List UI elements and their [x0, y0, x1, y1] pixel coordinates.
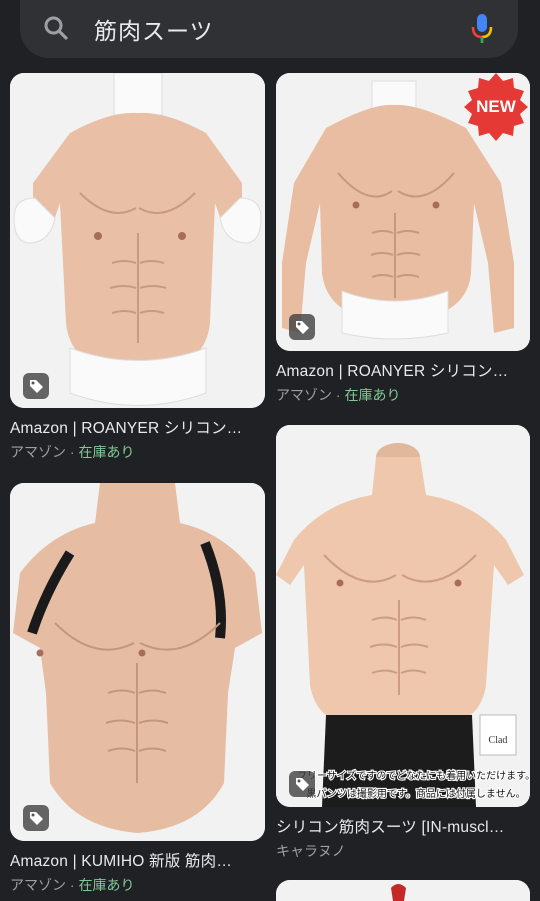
result-card[interactable]: Amazon | KUMIHO 新版 筋肉… アマゾン · 在庫あり [10, 483, 265, 895]
tag-icon[interactable] [23, 373, 49, 399]
availability-label: 在庫あり [344, 387, 401, 403]
result-title[interactable]: Amazon | ROANYER シリコン… [276, 359, 530, 381]
svg-text:NEW: NEW [476, 97, 517, 116]
result-source: アマゾン · 在庫あり [10, 875, 265, 895]
svg-text:黒パンツは撮影用です。商品には付属しません。: 黒パンツは撮影用です。商品には付属しません。 [306, 787, 525, 800]
result-title[interactable]: Amazon | ROANYER シリコン… [10, 416, 265, 438]
muscle-suit-image: Clad フリーサイズですのでどなたにも着用いただけます。 黒パンツは撮影用です… [276, 425, 530, 807]
tag-icon[interactable] [23, 805, 49, 831]
svg-text:フリーサイズですのでどなたにも着用いただけます。: フリーサイズですのでどなたにも着用いただけます。 [297, 769, 530, 782]
microphone-icon[interactable] [468, 12, 496, 44]
availability-label: 在庫あり [78, 444, 135, 460]
result-source: キャラヌノ [276, 841, 530, 861]
availability-label: 在庫あり [78, 877, 135, 893]
result-card[interactable]: Amazon | ROANYER シリコン… アマゾン · 在庫あり [10, 73, 265, 462]
svg-text:Clad: Clad [489, 735, 508, 746]
muscle-suit-image [10, 483, 265, 841]
result-card[interactable] [276, 880, 530, 901]
search-icon[interactable] [42, 14, 70, 42]
muscle-suit-image [10, 73, 265, 408]
product-image[interactable] [10, 73, 265, 408]
source-name: アマゾン [276, 387, 332, 403]
search-input[interactable]: 筋肉スーツ [94, 12, 214, 46]
result-card[interactable]: NEW Amazon | ROANYER シリコン… アマゾン · 在庫あり [276, 73, 530, 405]
product-image[interactable] [10, 483, 265, 841]
product-image[interactable] [276, 880, 530, 901]
tag-icon[interactable] [289, 771, 315, 797]
result-title[interactable]: シリコン筋肉スーツ [IN-muscl… [276, 815, 530, 837]
product-image[interactable]: NEW [276, 73, 530, 351]
result-source: アマゾン · 在庫あり [276, 385, 530, 405]
separator: · [66, 444, 79, 460]
new-badge-icon: NEW [464, 73, 528, 141]
source-name: アマゾン [10, 444, 66, 460]
source-name: キャラヌノ [276, 843, 346, 859]
result-title[interactable]: Amazon | KUMIHO 新版 筋肉… [10, 849, 265, 871]
source-name: アマゾン [10, 877, 66, 893]
result-source: アマゾン · 在庫あり [10, 442, 265, 462]
product-image[interactable]: Clad フリーサイズですのでどなたにも着用いただけます。 黒パンツは撮影用です… [276, 425, 530, 807]
separator: · [66, 877, 79, 893]
product-thumbnail [276, 880, 530, 901]
separator: · [332, 387, 345, 403]
tag-icon[interactable] [289, 314, 315, 340]
result-card[interactable]: Clad フリーサイズですのでどなたにも着用いただけます。 黒パンツは撮影用です… [276, 425, 530, 861]
